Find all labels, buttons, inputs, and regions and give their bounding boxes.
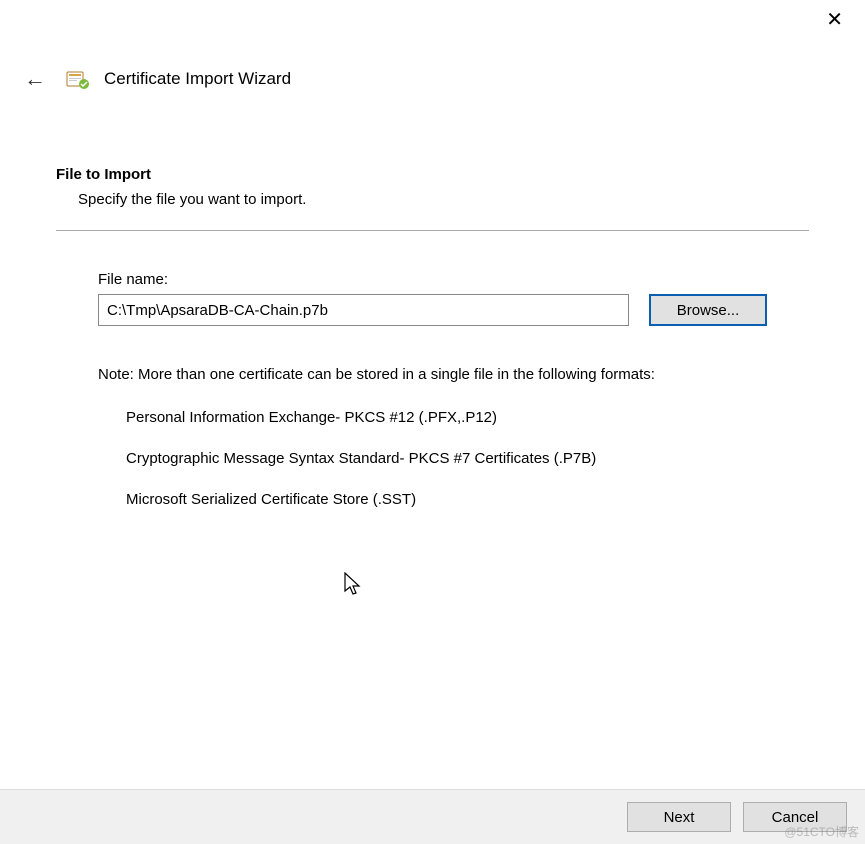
dialog-footer: Next Cancel: [0, 789, 865, 844]
file-name-label: File name:: [98, 271, 767, 288]
back-arrow-icon[interactable]: ←: [20, 62, 50, 96]
note-item: Cryptographic Message Syntax Standard- P…: [126, 450, 767, 467]
section-title: File to Import: [56, 166, 809, 183]
file-name-input[interactable]: [98, 294, 629, 326]
close-icon[interactable]: ✕: [818, 8, 851, 32]
note-item: Microsoft Serialized Certificate Store (…: [126, 491, 767, 508]
wizard-header: ← Certificate Import Wizard: [0, 48, 865, 96]
divider: [56, 230, 809, 231]
next-button[interactable]: Next: [627, 802, 731, 832]
note-intro: Note: More than one certificate can be s…: [98, 364, 767, 385]
wizard-title: Certificate Import Wizard: [104, 69, 291, 89]
mouse-cursor-icon: [344, 572, 364, 602]
certificate-wizard-icon: [64, 66, 90, 92]
note-item: Personal Information Exchange- PKCS #12 …: [126, 409, 767, 426]
cancel-button[interactable]: Cancel: [743, 802, 847, 832]
section-description: Specify the file you want to import.: [78, 191, 809, 208]
browse-button[interactable]: Browse...: [649, 294, 767, 326]
